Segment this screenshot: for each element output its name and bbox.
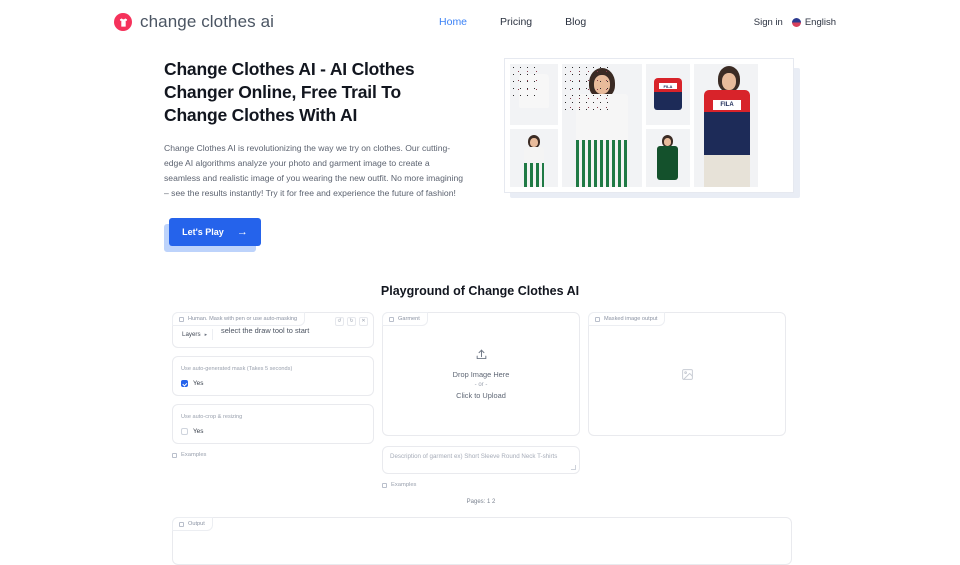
pagination: Pages: 1 2 [382,499,580,505]
model-thumb-green-sweater [646,128,690,187]
masked-panel-tag: Masked image output [588,312,666,327]
lets-play-label: Let's Play [182,227,224,238]
auto-mask-option: Use auto-generated mask (Takes 5 seconds… [172,356,374,397]
panel-icon [595,316,600,322]
redo-icon[interactable]: ↻ [347,317,356,327]
garment-dropzone[interactable]: Drop Image Here - or - Click to Upload [452,348,510,401]
auto-crop-checkbox[interactable] [181,428,188,436]
auto-crop-label: Use auto-crop & resizing [181,414,243,421]
output-panel: Output [172,517,792,565]
sign-in-link[interactable]: Sign in [754,17,783,28]
masked-output-column: Masked image output [588,312,786,437]
site-header: change clothes ai Home Pricing Blog Sign… [0,0,960,44]
garment-panel-label: Garment [398,316,420,323]
layers-label: Layers [182,331,201,339]
tshirt-icon [114,13,132,31]
auto-mask-row[interactable]: Yes [181,380,365,388]
resize-handle-icon[interactable] [571,465,576,471]
auto-mask-value: Yes [193,380,204,388]
upload-icon [476,350,486,360]
collage-column-4: FILA [694,64,758,187]
nav-item-blog[interactable]: Blog [565,16,586,28]
brand-logo[interactable]: change clothes ai [114,12,274,32]
garment-thumb-fila-tee: FILA [646,64,690,125]
language-label: English [804,16,836,28]
layers-button[interactable]: Layers ▸ [177,329,214,341]
garment-examples-label: Examples [391,482,417,489]
page-title: Change Clothes AI - AI Clothes Changer O… [164,59,415,126]
nav-item-home[interactable]: Home [439,16,467,28]
playground-columns: Human. Mask with pen or use auto-masking… [172,312,792,505]
mask-toolbar: ↺ ↻ ✕ [335,317,368,327]
panel-icon [389,316,394,322]
page-2[interactable]: 2 [492,499,495,505]
pages-label: Pages: [466,499,486,506]
garment-panel-tag: Garment [382,312,428,327]
playground-title: Playground of Change Clothes AI [380,284,580,299]
drop-or: - or - [474,382,488,389]
nav-item-pricing[interactable]: Pricing [500,16,532,28]
human-mask-panel[interactable]: Human. Mask with pen or use auto-masking… [172,312,374,349]
hero-paragraph: Change Clothes AI is revolutionizing the… [164,143,464,198]
model-thumb-blouse-large [562,64,642,187]
output-panel-label: Output [188,521,205,528]
image-placeholder-icon [681,369,693,380]
cta-wrapper: Let's Play → [164,218,261,253]
main-nav: Home Pricing Blog [439,16,586,28]
playground-section: Human. Mask with pen or use auto-masking… [0,312,960,565]
auto-crop-option: Use auto-crop & resizing Yes [172,404,374,445]
header-actions: Sign in English [754,17,836,28]
auto-mask-label: Use auto-generated mask (Takes 5 seconds… [181,366,293,373]
masked-output-panel: Masked image output [588,312,786,437]
collage-column-3: FILA [646,64,690,187]
masked-panel-label: Masked image output [604,316,658,323]
hero-collage: FILA FILA [504,58,800,248]
drop-line-2: Click to Upload [456,391,506,401]
hero-section: Change Clothes AI - AI Clothes Changer O… [0,44,960,253]
model-thumb-fila-large: FILA [694,64,758,187]
garment-column: Garment Drop Image Here - or - Click to … [382,312,580,505]
collage-column-2 [562,64,642,187]
panel-icon [179,521,184,527]
lets-play-button[interactable]: Let's Play → [169,218,261,247]
model-thumb-tee [510,128,558,187]
garment-examples-toggle[interactable]: Examples [382,482,580,488]
auto-crop-value: Yes [193,428,204,436]
list-icon [172,452,177,458]
flag-icon [791,17,801,27]
panel-icon [179,316,184,322]
brand-name: change clothes ai [140,12,275,31]
auto-mask-checkbox[interactable] [181,380,188,388]
clear-icon[interactable]: ✕ [359,317,368,327]
page-1[interactable]: 1 [487,499,490,505]
auto-crop-row[interactable]: Yes [181,428,365,436]
human-column: Human. Mask with pen or use auto-masking… [172,312,374,458]
collage-frame: FILA FILA [504,58,794,193]
output-panel-tag: Output [172,517,213,532]
human-panel-label: Human. Mask with pen or use auto-masking [188,316,298,323]
list-icon [382,482,387,488]
human-examples-label: Examples [181,452,207,459]
collage-column-1 [510,64,558,187]
garment-thumb-blouse [510,64,558,125]
human-examples-toggle[interactable]: Examples [172,452,374,458]
garment-upload-panel[interactable]: Garment Drop Image Here - or - Click to … [382,312,580,437]
drop-line-1: Drop Image Here [452,370,510,380]
human-panel-tag: Human. Mask with pen or use auto-masking [172,312,306,327]
language-selector[interactable]: English [791,16,836,28]
arrow-right-icon: → [236,226,248,239]
undo-icon[interactable]: ↺ [335,317,344,327]
garment-description-placeholder: Description of garment ex) Short Sleeve … [390,453,558,461]
garment-description-input[interactable]: Description of garment ex) Short Sleeve … [382,446,580,475]
hero-text-block: Change Clothes AI - AI Clothes Changer O… [164,58,464,253]
draw-tool-hint: select the draw tool to start [221,326,310,336]
chevron-right-icon: ▸ [204,331,208,338]
